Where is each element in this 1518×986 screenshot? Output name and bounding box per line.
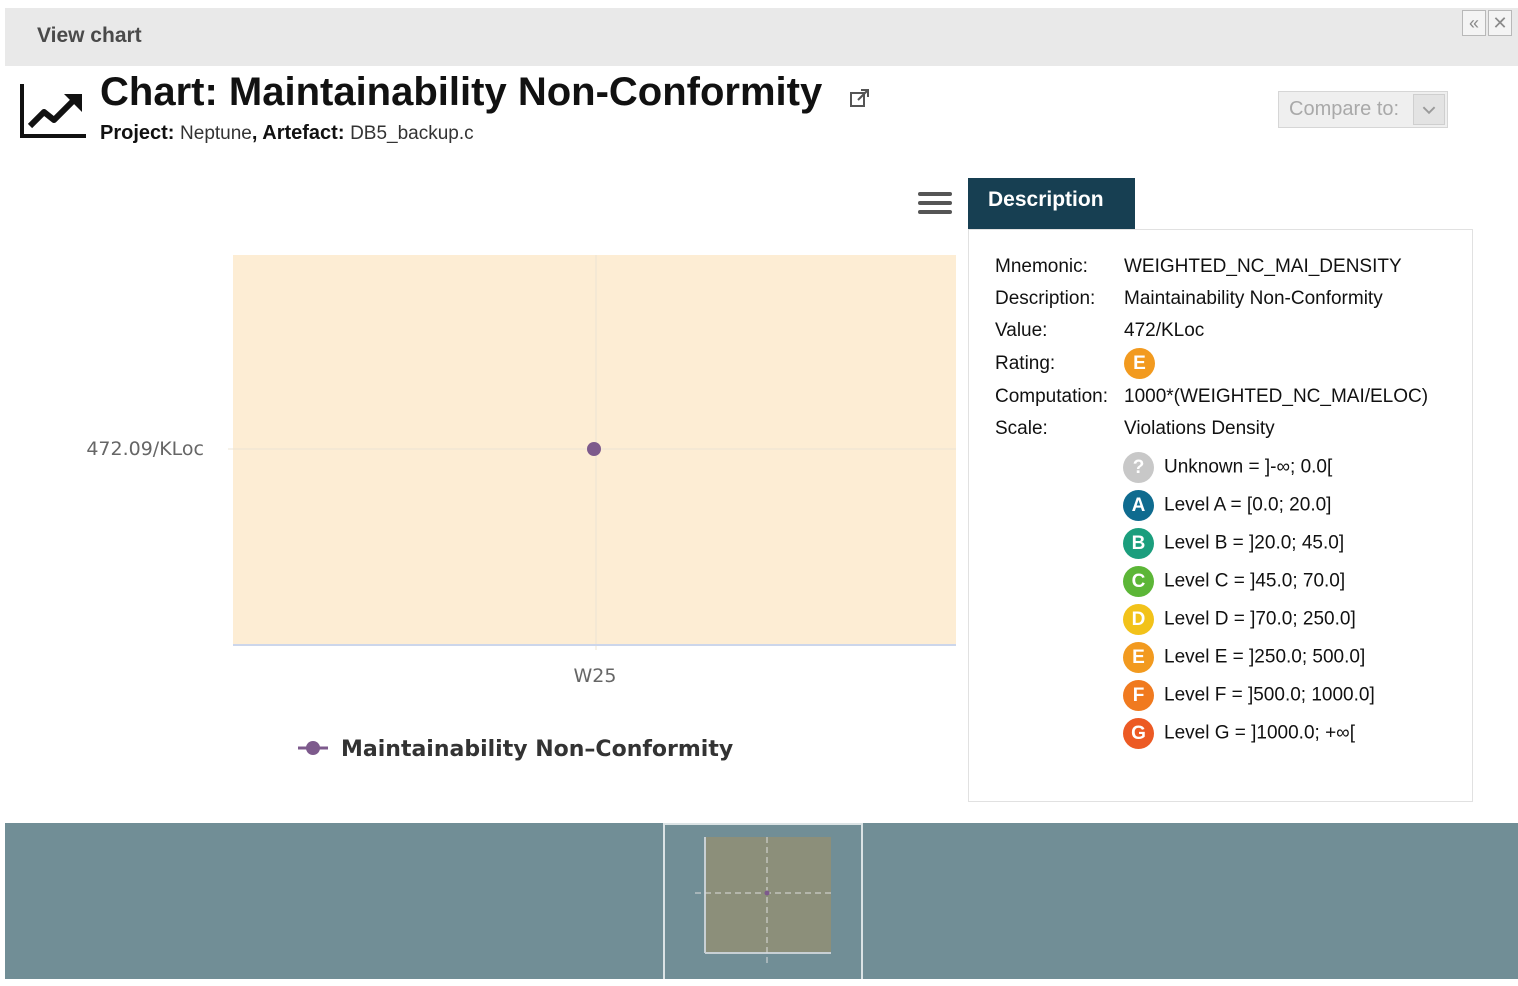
rating-badge: B xyxy=(1123,528,1154,559)
project-artefact-line: Project: Neptune, Artefact: DB5_backup.c xyxy=(100,122,474,144)
project-value[interactable]: Neptune xyxy=(180,123,252,144)
rating-badge: C xyxy=(1123,566,1154,597)
scale-item-g: G Level G = ]1000.0; +∞[ xyxy=(1123,718,1355,749)
description-panel: Mnemonic: WEIGHTED_NC_MAI_DENSITY Descrip… xyxy=(968,229,1473,802)
page-title: Chart: Maintainability Non-Conformity xyxy=(100,70,823,114)
scale-item-unknown: ? Unknown = ]-∞; 0.0[ xyxy=(1123,452,1332,483)
chevron-down-icon[interactable] xyxy=(1413,94,1445,125)
rating-badge: E xyxy=(1124,348,1155,379)
scale-item-f: F Level F = ]500.0; 1000.0] xyxy=(1123,680,1375,711)
legend-marker xyxy=(306,741,320,755)
value-row: Value: 472/KLoc xyxy=(995,320,1205,341)
rating-badge: E xyxy=(1123,642,1154,673)
legend-item[interactable]: Maintainability Non–Conformity xyxy=(298,737,733,762)
window-titlebar: View chart xyxy=(5,8,1518,66)
x-tick-label: W25 xyxy=(574,665,617,687)
scale-item-b: B Level B = ]20.0; 45.0] xyxy=(1123,528,1344,559)
scale-item-a: A Level A = [0.0; 20.0] xyxy=(1123,490,1331,521)
thumbnail-point xyxy=(764,890,770,896)
rating-badge: F xyxy=(1123,680,1154,711)
chart: 472.09/KLoc W25 Maintainability Non–Conf… xyxy=(86,255,956,762)
chart-menu-icon[interactable] xyxy=(918,192,952,222)
rating-badge: D xyxy=(1123,604,1154,635)
project-label: Project: xyxy=(100,122,175,144)
scale-item-e: E Level E = ]250.0; 500.0] xyxy=(1123,642,1365,673)
computation-row: Computation: 1000*(WEIGHTED_NC_MAI/ELOC) xyxy=(995,386,1429,407)
rating-badge: A xyxy=(1123,490,1154,521)
rating-row: Rating: E xyxy=(995,348,1155,379)
compare-to-label: Compare to: xyxy=(1289,98,1400,120)
trend-chart-icon xyxy=(20,84,86,138)
data-point[interactable] xyxy=(587,442,601,456)
artefact-value[interactable]: DB5_backup.c xyxy=(350,123,474,144)
window-title: View chart xyxy=(37,24,142,47)
scale-item-c: C Level C = ]45.0; 70.0] xyxy=(1123,566,1345,597)
rating-badge: G xyxy=(1123,718,1154,749)
scale-row: Scale: Violations Density xyxy=(995,418,1275,439)
close-icon[interactable]: ✕ xyxy=(1488,10,1512,36)
mnemonic-row: Mnemonic: WEIGHTED_NC_MAI_DENSITY xyxy=(995,256,1402,277)
thumbnail-chart xyxy=(695,837,831,965)
external-link-icon[interactable] xyxy=(848,86,872,110)
rating-badge: ? xyxy=(1123,452,1154,483)
description-row: Description: Maintainability Non-Conformi… xyxy=(995,288,1383,309)
y-tick-label: 472.09/KLoc xyxy=(86,438,204,460)
tab-description[interactable]: Description xyxy=(968,178,1135,230)
collapse-icon[interactable]: « xyxy=(1462,10,1486,36)
navigator-thumbnail[interactable] xyxy=(663,823,863,979)
legend-label[interactable]: Maintainability Non–Conformity xyxy=(341,737,733,762)
compare-to-select[interactable]: Compare to: xyxy=(1278,91,1448,128)
scale-item-d: D Level D = ]70.0; 250.0] xyxy=(1123,604,1356,635)
artefact-label: Artefact: xyxy=(262,122,345,144)
